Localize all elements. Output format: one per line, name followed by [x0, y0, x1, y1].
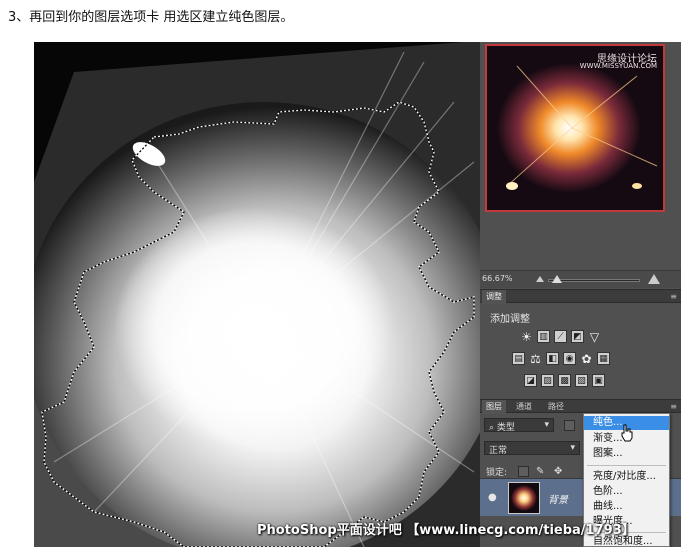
color-balance-icon[interactable]: ⚖ [529, 352, 542, 366]
chevron-down-icon: ▾ [570, 443, 575, 453]
zoom-bar: 66.67% [480, 270, 681, 288]
layers-panel-menu-icon[interactable]: ≡ [670, 402, 677, 411]
color-lookup-icon[interactable]: ▦ [597, 352, 610, 365]
chevron-down-icon: ▾ [544, 420, 549, 430]
posterize-icon[interactable]: ▨ [541, 374, 554, 387]
menu-item-levels[interactable]: 色阶... [584, 485, 669, 499]
menu-separator [587, 465, 666, 466]
blend-mode-select[interactable]: 正常 ▾ [484, 441, 580, 456]
gradient-map-icon[interactable]: ▧ [575, 374, 588, 387]
layer-filter-kind: 类型 [496, 423, 515, 433]
layer-thumbnail [508, 482, 540, 514]
levels-icon[interactable]: ▥ [537, 330, 550, 343]
hue-saturation-icon[interactable]: ▤ [512, 352, 525, 365]
channel-mixer-icon[interactable]: ✿ [580, 352, 593, 366]
layer-thumbnail-image [509, 483, 539, 513]
layers-tab-header: 图层 通道 路径 ≡ [480, 399, 681, 414]
panel-menu-icon[interactable]: ≡ [670, 292, 677, 301]
adjustments-tab-header: 调整 ≡ [480, 289, 681, 304]
lock-transparent-icon[interactable] [518, 466, 529, 477]
search-icon: ⌕ [489, 423, 495, 433]
black-white-icon[interactable]: ◧ [546, 352, 559, 365]
instruction-caption: 3、再回到你的图层选项卡 用选区建立纯色图层。 [8, 10, 294, 25]
document-canvas[interactable] [34, 42, 480, 547]
blend-mode-value: 正常 [489, 446, 508, 456]
curves-icon[interactable]: ⟋ [554, 330, 567, 343]
lock-brush-icon[interactable]: ✎ [536, 466, 547, 477]
site-watermark: PhotoShop平面设计吧 【www.linecg.com/tieba/179… [257, 523, 635, 538]
navigator-preview[interactable]: 思缘设计论坛 WWW.MISSYUAN.COM [485, 44, 665, 212]
threshold-icon[interactable]: ▩ [558, 374, 571, 387]
vibrance-icon[interactable]: ▽ [588, 330, 601, 344]
photo-filter-icon[interactable]: ◉ [563, 352, 576, 365]
adjustment-icons-row-3: ◪ ▨ ▩ ▧ ▣ [524, 374, 605, 387]
zoom-out-icon[interactable] [536, 276, 544, 282]
adjustment-icons-row-1: ☀ ▥ ⟋ ◩ ▽ [520, 330, 601, 344]
navigator-watermark-url: WWW.MISSYUAN.COM [579, 62, 657, 70]
tab-paths[interactable]: 路径 [544, 400, 568, 414]
invert-icon[interactable]: ◪ [524, 374, 537, 387]
lock-label: 锁定: [486, 468, 508, 478]
filter-pixel-icon[interactable] [564, 420, 575, 431]
exposure-icon[interactable]: ◩ [571, 330, 584, 343]
navigator-thumbnail [487, 46, 663, 210]
selective-color-icon[interactable]: ▣ [592, 374, 605, 387]
brightness-icon[interactable]: ☀ [520, 330, 533, 344]
layer-filter-select[interactable]: ⌕ 类型 ▾ [484, 418, 554, 433]
tab-layers[interactable]: 图层 [482, 400, 506, 414]
hand-cursor-icon [621, 424, 633, 442]
zoom-in-icon[interactable] [648, 274, 660, 284]
eye-icon[interactable]: ● [488, 492, 497, 503]
menu-item-curves[interactable]: 曲线... [584, 500, 669, 514]
zoom-slider-knob[interactable] [552, 275, 562, 283]
add-adjustment-title: 添加调整 [490, 314, 530, 325]
tab-adjustments[interactable]: 调整 [482, 290, 506, 304]
lock-move-icon[interactable]: ✥ [554, 466, 565, 477]
adjustment-icons-row-2: ▤ ⚖ ◧ ◉ ✿ ▦ [512, 352, 610, 366]
tab-channels[interactable]: 通道 [512, 400, 536, 414]
menu-item-brightness-contrast[interactable]: 亮度/对比度... [584, 470, 669, 484]
layer-name[interactable]: 背景 [548, 491, 568, 506]
burst-image [34, 42, 480, 547]
zoom-level[interactable]: 66.67% [482, 274, 513, 283]
menu-item-pattern[interactable]: 图案... [584, 447, 669, 461]
